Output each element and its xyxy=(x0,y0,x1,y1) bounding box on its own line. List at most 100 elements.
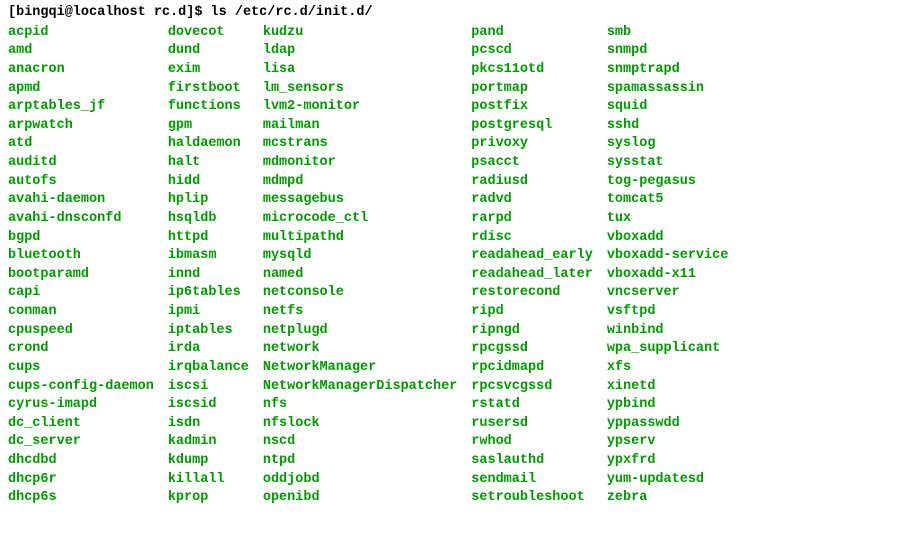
ls-entry: rstatd xyxy=(471,396,593,415)
ls-entry: netfs xyxy=(263,303,457,322)
ls-entry: bootparamd xyxy=(8,266,154,285)
ls-entry: ypserv xyxy=(607,433,729,452)
ls-entry: innd xyxy=(168,266,249,285)
ls-entry: mysqld xyxy=(263,247,457,266)
ls-entry: winbind xyxy=(607,322,729,341)
ls-entry: portmap xyxy=(471,80,593,99)
ls-entry: dc_server xyxy=(8,433,154,452)
ls-output-columns: acpidamdanacronapmdarptables_jfarpwatcha… xyxy=(8,24,906,508)
ls-entry: ldap xyxy=(263,42,457,61)
ls-entry: sysstat xyxy=(607,154,729,173)
ls-entry: dovecot xyxy=(168,24,249,43)
ls-entry: cyrus-imapd xyxy=(8,396,154,415)
ls-entry: halt xyxy=(168,154,249,173)
ls-entry: rarpd xyxy=(471,210,593,229)
ls-column-1: dovecotdundeximfirstbootfunctionsgpmhald… xyxy=(168,24,249,508)
ls-entry: avahi-dnsconfd xyxy=(8,210,154,229)
ls-entry: smb xyxy=(607,24,729,43)
ls-entry: dund xyxy=(168,42,249,61)
ls-entry: ip6tables xyxy=(168,284,249,303)
ls-entry: ypbind xyxy=(607,396,729,415)
ls-entry: NetworkManagerDispatcher xyxy=(263,378,457,397)
ls-entry: exim xyxy=(168,61,249,80)
ls-entry: readahead_later xyxy=(471,266,593,285)
ls-entry: radiusd xyxy=(471,173,593,192)
ls-entry: ripngd xyxy=(471,322,593,341)
ls-entry: ypxfrd xyxy=(607,452,729,471)
ls-entry: hplip xyxy=(168,191,249,210)
ls-entry: iptables xyxy=(168,322,249,341)
ls-entry: rdisc xyxy=(471,229,593,248)
ls-entry: cups-config-daemon xyxy=(8,378,154,397)
shell-prompt: [bingqi@localhost rc.d]$ xyxy=(8,5,202,20)
ls-entry: spamassassin xyxy=(607,80,729,99)
ls-column-4: smbsnmpdsnmptrapdspamassassinsquidsshdsy… xyxy=(607,24,729,508)
ls-entry: acpid xyxy=(8,24,154,43)
ls-entry: tux xyxy=(607,210,729,229)
ls-entry: psacct xyxy=(471,154,593,173)
ls-entry: lisa xyxy=(263,61,457,80)
ls-entry: irqbalance xyxy=(168,359,249,378)
ls-entry: network xyxy=(263,340,457,359)
ls-entry: nfslock xyxy=(263,415,457,434)
ls-entry: multipathd xyxy=(263,229,457,248)
ls-entry: named xyxy=(263,266,457,285)
ls-entry: mdmpd xyxy=(263,173,457,192)
ls-entry: NetworkManager xyxy=(263,359,457,378)
ls-entry: bluetooth xyxy=(8,247,154,266)
ls-entry: mcstrans xyxy=(263,135,457,154)
ls-entry: tog-pegasus xyxy=(607,173,729,192)
ls-entry: pand xyxy=(471,24,593,43)
ls-entry: readahead_early xyxy=(471,247,593,266)
ls-entry: crond xyxy=(8,340,154,359)
ls-entry: rusersd xyxy=(471,415,593,434)
ls-entry: vboxadd-x11 xyxy=(607,266,729,285)
ls-entry: isdn xyxy=(168,415,249,434)
ls-entry: hsqldb xyxy=(168,210,249,229)
ls-column-0: acpidamdanacronapmdarptables_jfarpwatcha… xyxy=(8,24,154,508)
ls-entry: rpcgssd xyxy=(471,340,593,359)
ls-entry: ibmasm xyxy=(168,247,249,266)
ls-entry: iscsi xyxy=(168,378,249,397)
ls-entry: bgpd xyxy=(8,229,154,248)
ls-entry: netplugd xyxy=(263,322,457,341)
ls-entry: atd xyxy=(8,135,154,154)
ls-column-3: pandpcscdpkcs11otdportmappostfixpostgres… xyxy=(471,24,593,508)
ls-entry: conman xyxy=(8,303,154,322)
ls-entry: rpcidmapd xyxy=(471,359,593,378)
ls-entry: gpm xyxy=(168,117,249,136)
ls-entry: rpcsvcgssd xyxy=(471,378,593,397)
ls-entry: setroubleshoot xyxy=(471,489,593,508)
ls-entry: ripd xyxy=(471,303,593,322)
ls-entry: oddjobd xyxy=(263,471,457,490)
ls-entry: cups xyxy=(8,359,154,378)
ls-entry: functions xyxy=(168,98,249,117)
ls-entry: dhcp6r xyxy=(8,471,154,490)
ls-entry: zebra xyxy=(607,489,729,508)
ls-entry: arptables_jf xyxy=(8,98,154,117)
ls-entry: mdmonitor xyxy=(263,154,457,173)
ls-entry: apmd xyxy=(8,80,154,99)
ls-entry: radvd xyxy=(471,191,593,210)
ls-entry: lvm2-monitor xyxy=(263,98,457,117)
ls-entry: hidd xyxy=(168,173,249,192)
ls-entry: nfs xyxy=(263,396,457,415)
ls-entry: kadmin xyxy=(168,433,249,452)
ls-entry: haldaemon xyxy=(168,135,249,154)
ls-entry: privoxy xyxy=(471,135,593,154)
ls-entry: irda xyxy=(168,340,249,359)
shell-command: ls /etc/rc.d/init.d/ xyxy=(211,5,373,20)
ls-entry: dhcp6s xyxy=(8,489,154,508)
ls-entry: restorecond xyxy=(471,284,593,303)
ls-entry: snmpd xyxy=(607,42,729,61)
ls-entry: vboxadd-service xyxy=(607,247,729,266)
ls-entry: sshd xyxy=(607,117,729,136)
ls-entry: yppasswdd xyxy=(607,415,729,434)
ls-entry: dc_client xyxy=(8,415,154,434)
ls-entry: iscsid xyxy=(168,396,249,415)
ls-entry: capi xyxy=(8,284,154,303)
ls-entry: arpwatch xyxy=(8,117,154,136)
ls-entry: wpa_supplicant xyxy=(607,340,729,359)
ls-entry: vncserver xyxy=(607,284,729,303)
ls-entry: yum-updatesd xyxy=(607,471,729,490)
